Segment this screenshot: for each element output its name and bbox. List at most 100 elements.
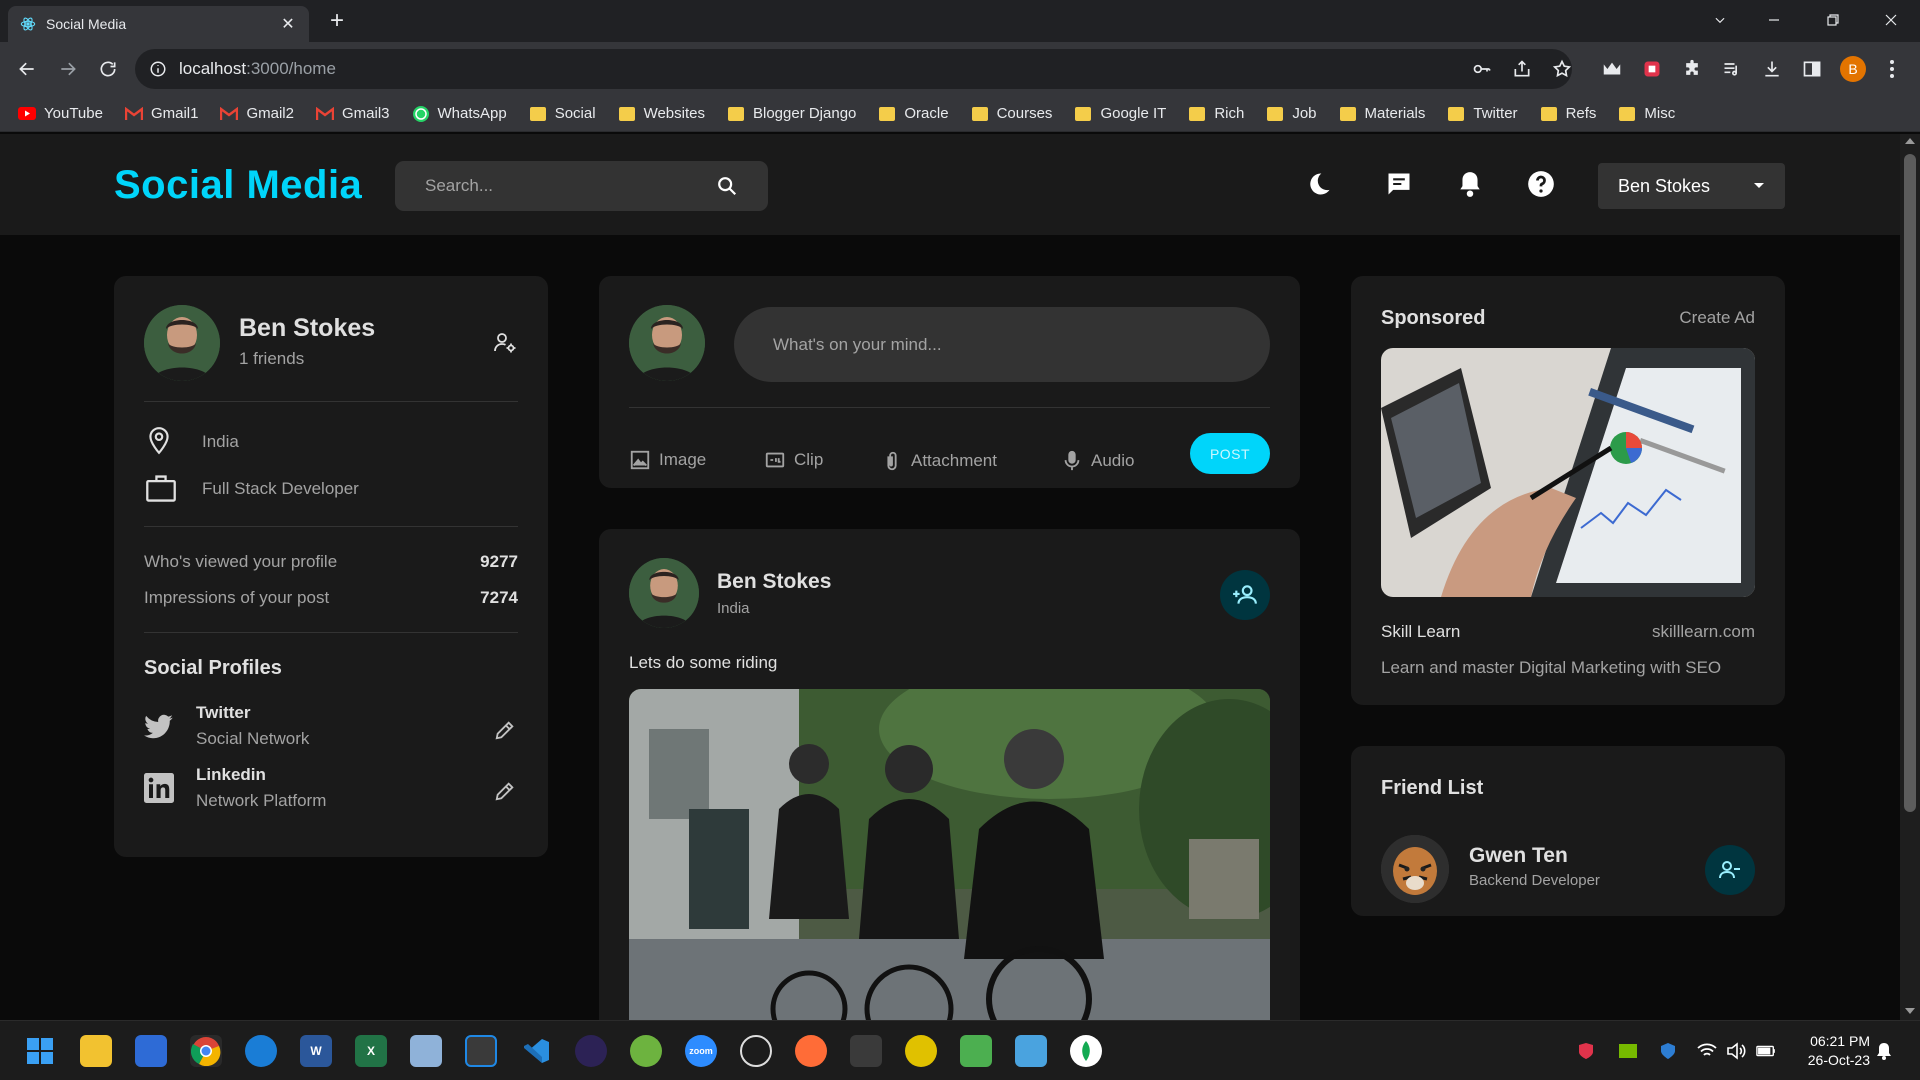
new-tab-button[interactable]: + [324, 9, 350, 34]
social-name[interactable]: Twitter [196, 703, 250, 723]
nvidia-tray-icon[interactable] [1618, 1041, 1638, 1061]
add-image-button[interactable]: Image [629, 449, 706, 471]
notepad-icon[interactable] [1015, 1035, 1047, 1067]
extensions-puzzle-icon[interactable] [1680, 57, 1704, 81]
user-menu-select[interactable]: Ben Stokes [1598, 163, 1785, 209]
bookmark-gmail1[interactable]: Gmail1 [124, 105, 198, 123]
friend-avatar[interactable] [1381, 835, 1449, 903]
search-input[interactable]: Search... [395, 161, 768, 211]
social-name[interactable]: Linkedin [196, 765, 266, 785]
message-icon[interactable] [1383, 168, 1415, 200]
post-author-name[interactable]: Ben Stokes [717, 570, 831, 594]
window-app-icon[interactable] [465, 1035, 497, 1067]
bookmark-gmail2[interactable]: Gmail2 [220, 105, 294, 123]
edit-pencil-icon[interactable] [494, 780, 516, 802]
spring-icon[interactable] [630, 1035, 662, 1067]
bookmark-folder-misc[interactable]: Misc [1618, 105, 1675, 123]
post-image[interactable] [629, 689, 1270, 1020]
bookmark-folder-websites[interactable]: Websites [618, 105, 705, 123]
profile-name[interactable]: Ben Stokes [239, 314, 375, 343]
excel-icon[interactable]: X [355, 1035, 387, 1067]
mongodb-icon[interactable] [1070, 1035, 1102, 1067]
close-window-button[interactable] [1873, 6, 1909, 34]
address-bar[interactable]: localhost:3000/home [135, 49, 1572, 89]
bookmark-folder-rich[interactable]: Rich [1188, 105, 1244, 123]
remove-friend-button[interactable] [1705, 845, 1755, 895]
vscode-icon[interactable] [520, 1035, 552, 1067]
battery-icon[interactable] [1756, 1041, 1776, 1061]
wifi-icon[interactable] [1697, 1041, 1717, 1061]
scroll-up-arrow-icon[interactable] [1905, 138, 1915, 144]
eclipse-icon[interactable] [575, 1035, 607, 1067]
edge-icon[interactable] [245, 1035, 277, 1067]
bookmark-star-icon[interactable] [1550, 57, 1574, 81]
security-shield-tray-icon[interactable] [1658, 1041, 1678, 1061]
profile-avatar[interactable] [144, 305, 220, 381]
post-button[interactable]: POST [1190, 433, 1270, 474]
restore-button[interactable] [1815, 6, 1851, 34]
sponsored-ad-image[interactable] [1381, 348, 1755, 597]
back-arrow-icon[interactable] [13, 55, 41, 83]
add-friend-button[interactable] [1220, 570, 1270, 620]
windows-start-icon[interactable] [24, 1035, 56, 1067]
utility-app-icon[interactable] [905, 1035, 937, 1067]
dark-mode-moon-icon[interactable] [1303, 168, 1335, 200]
zoom-icon[interactable]: zoom [685, 1035, 717, 1067]
bookmark-whatsapp[interactable]: WhatsApp [412, 105, 507, 123]
bookmark-folder-materials[interactable]: Materials [1339, 105, 1425, 123]
app-logo[interactable]: Social Media [114, 163, 362, 208]
whats-on-your-mind-input[interactable]: What's on your mind... [734, 307, 1270, 382]
scrollbar-thumb[interactable] [1904, 154, 1916, 812]
mcafee-tray-icon[interactable] [1576, 1041, 1596, 1061]
post-author-avatar[interactable] [629, 558, 699, 628]
edit-pencil-icon[interactable] [494, 719, 516, 741]
create-ad-link[interactable]: Create Ad [1679, 308, 1755, 328]
browser-tab[interactable]: Social Media ✕ [8, 6, 309, 42]
minimize-button[interactable] [1756, 6, 1792, 34]
manage-accounts-icon[interactable] [493, 331, 517, 355]
image-viewer-icon[interactable] [960, 1035, 992, 1067]
sponsor-site[interactable]: skilllearn.com [1652, 622, 1755, 642]
bookmark-folder-oracle[interactable]: Oracle [878, 105, 949, 123]
network-tool-icon[interactable] [850, 1035, 882, 1067]
profile-avatar[interactable]: B [1840, 56, 1866, 82]
page-scrollbar[interactable] [1900, 134, 1920, 1020]
volume-icon[interactable] [1726, 1041, 1746, 1061]
extension-shield-icon[interactable] [1640, 57, 1664, 81]
search-icon[interactable] [716, 175, 738, 197]
share-icon[interactable] [1510, 57, 1534, 81]
add-clip-button[interactable]: Clip [764, 449, 823, 471]
scroll-down-arrow-icon[interactable] [1905, 1008, 1915, 1014]
file-manager-icon[interactable] [410, 1035, 442, 1067]
chrome-icon[interactable] [190, 1035, 222, 1067]
media-queue-icon[interactable] [1720, 57, 1744, 81]
bookmark-folder-google-it[interactable]: Google IT [1074, 105, 1166, 123]
notifications-bell-icon[interactable] [1454, 168, 1486, 200]
microsoft-store-icon[interactable] [135, 1035, 167, 1067]
bookmark-youtube[interactable]: YouTube [18, 105, 103, 123]
reload-icon[interactable] [94, 55, 122, 83]
site-info-icon[interactable] [149, 60, 167, 78]
friend-name[interactable]: Gwen Ten [1469, 844, 1568, 868]
bookmark-gmail3[interactable]: Gmail3 [315, 105, 390, 123]
side-panel-icon[interactable] [1800, 57, 1824, 81]
bookmark-folder-twitter[interactable]: Twitter [1447, 105, 1518, 123]
bookmark-folder-courses[interactable]: Courses [971, 105, 1052, 123]
notification-bell-icon[interactable] [1874, 1041, 1894, 1061]
bookmark-folder-social[interactable]: Social [529, 105, 596, 123]
password-key-icon[interactable] [1470, 57, 1494, 81]
word-icon[interactable]: W [300, 1035, 332, 1067]
forward-arrow-icon[interactable] [54, 55, 82, 83]
add-attachment-button[interactable]: Attachment [881, 449, 997, 473]
postman-icon[interactable] [795, 1035, 827, 1067]
help-icon[interactable] [1525, 168, 1557, 200]
tab-search-chevron-icon[interactable] [1702, 6, 1738, 34]
bookmark-folder-refs[interactable]: Refs [1540, 105, 1596, 123]
browser-menu-icon[interactable] [1880, 57, 1904, 81]
add-audio-button[interactable]: Audio [1061, 449, 1134, 473]
bookmark-folder-job[interactable]: Job [1266, 105, 1317, 123]
tab-close-icon[interactable]: ✕ [279, 14, 297, 34]
file-explorer-icon[interactable] [80, 1035, 112, 1067]
extension-m-icon[interactable] [1600, 57, 1624, 81]
obs-icon[interactable] [740, 1035, 772, 1067]
